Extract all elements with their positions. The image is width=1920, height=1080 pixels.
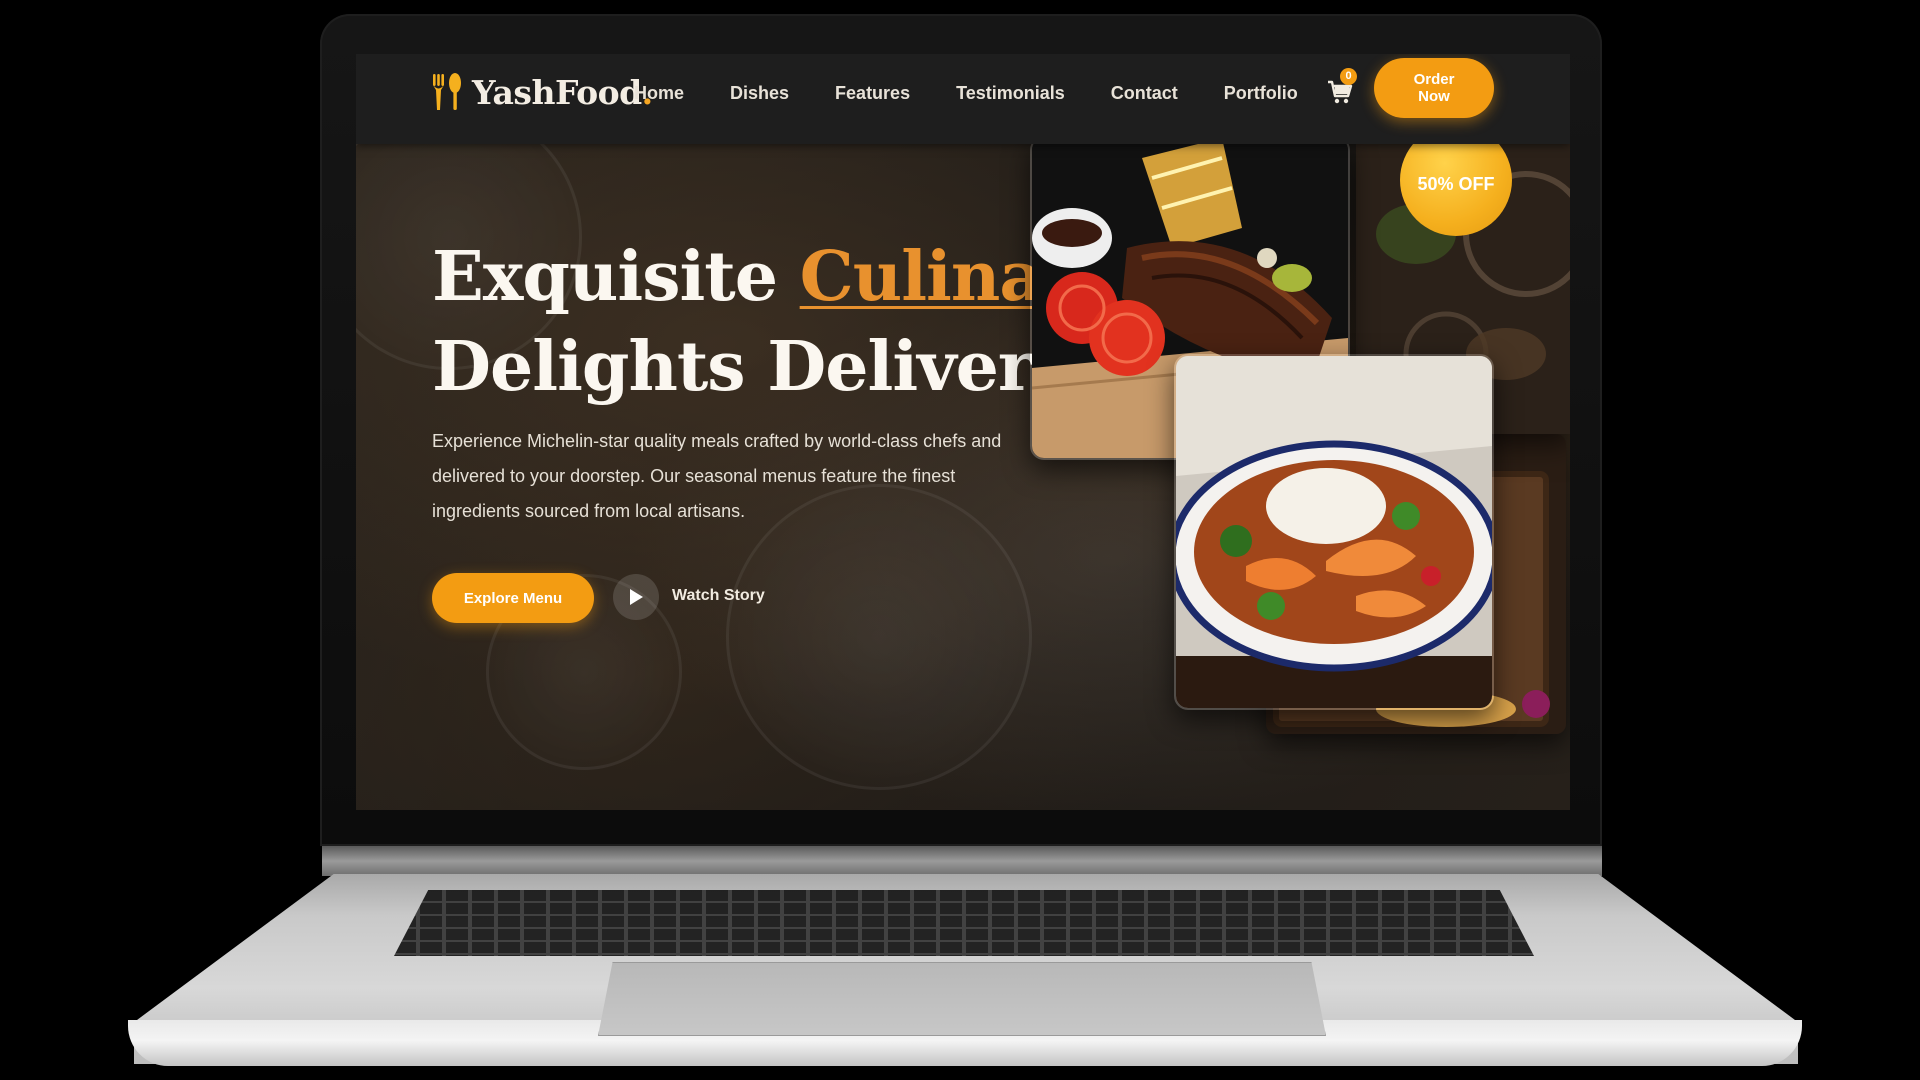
watch-story-play-button[interactable] (613, 574, 659, 620)
site-logo[interactable]: YashFood. (430, 68, 653, 116)
order-now-button[interactable]: Order Now (1374, 58, 1494, 118)
explore-menu-button[interactable]: Explore Menu (432, 573, 594, 623)
food-image-shrimp-bowl (1174, 354, 1494, 710)
laptop-mockup-stage: YashFood. Home Dishes Features Testimoni… (0, 0, 1920, 1080)
hero-heading-line2: Delights Delivered (432, 327, 1123, 407)
nav-link-dishes[interactable]: Dishes (730, 83, 789, 104)
hero-section: Exquisite Culinary Delights Delivered Ex… (356, 104, 1570, 810)
order-now-label: Order Now (1413, 71, 1455, 105)
laptop-keyboard (394, 890, 1534, 956)
site-navbar: YashFood. Home Dishes Features Testimoni… (356, 54, 1570, 144)
cart-count-badge: 0 (1340, 68, 1357, 85)
watch-story-label[interactable]: Watch Story (672, 587, 765, 605)
fork-spoon-icon (433, 73, 461, 110)
laptop-screen: YashFood. Home Dishes Features Testimoni… (356, 54, 1570, 810)
nav-link-testimonials[interactable]: Testimonials (956, 83, 1065, 104)
hero-heading-part1: Exquisite (432, 237, 800, 317)
nav-links: Home Dishes Features Testimonials Contac… (634, 80, 1304, 106)
background-plate (726, 484, 1032, 790)
nav-link-portfolio[interactable]: Portfolio (1224, 83, 1298, 104)
play-icon (630, 589, 643, 605)
nav-link-features[interactable]: Features (835, 83, 910, 104)
hero-description: Experience Michelin-star quality meals c… (432, 431, 1002, 521)
laptop-trackpad (598, 962, 1326, 1036)
nav-link-home[interactable]: Home (634, 83, 684, 104)
nav-link-contact[interactable]: Contact (1111, 83, 1178, 104)
hero-heading: Exquisite Culinary Delights Delivered (432, 232, 1123, 412)
brand-name: YashFood (472, 72, 642, 112)
laptop-hinge (322, 846, 1602, 876)
